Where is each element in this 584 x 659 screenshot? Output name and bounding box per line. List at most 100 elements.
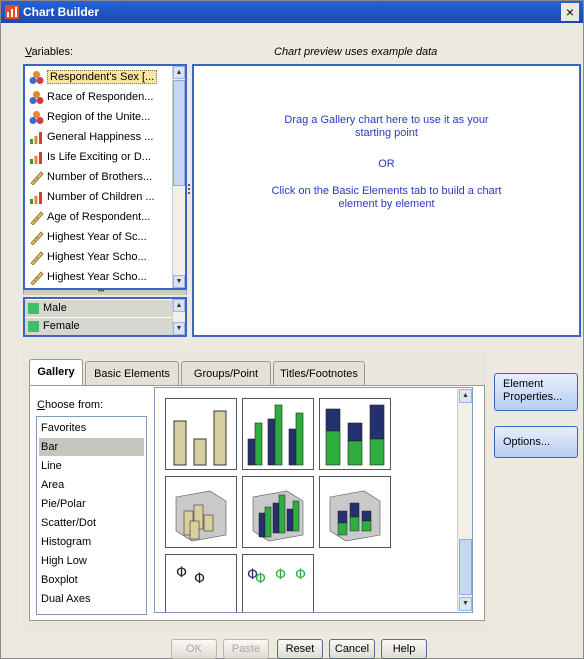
svg-text:Φ: Φ — [255, 571, 266, 587]
scroll-up-arrow-icon[interactable]: ▲ — [173, 299, 185, 312]
chart-type-item[interactable]: Histogram — [39, 533, 144, 551]
simple-error-bar-thumbnail[interactable]: Φ Φ — [165, 554, 237, 612]
scroll-up-arrow-icon[interactable]: ▲ — [459, 389, 472, 403]
variable-item[interactable]: Highest Year of Sc... — [25, 228, 173, 247]
chart-type-item[interactable]: Favorites — [39, 419, 144, 437]
title-bar[interactable]: Chart Builder — [1, 1, 583, 23]
nominal-icon — [29, 90, 44, 105]
options-button[interactable]: Options... — [494, 426, 578, 458]
3d-bar-icon — [175, 490, 227, 542]
variable-item[interactable]: Age of Respondent... — [25, 208, 173, 227]
chart-type-item[interactable]: Bar — [39, 438, 144, 456]
clustered-bar-thumbnail[interactable] — [242, 398, 314, 470]
3d-bar-thumbnail[interactable] — [165, 476, 237, 548]
variable-label: Region of the Unite... — [47, 111, 151, 123]
variable-item[interactable]: Number of Children ... — [25, 188, 173, 207]
variable-label: General Happiness ... — [47, 131, 154, 143]
gallery-thumbnails[interactable]: Φ Φ Φ Φ Φ Φ — [154, 387, 473, 613]
choose-from-label: Choose from: — [37, 399, 104, 411]
chart-type-item[interactable]: Dual Axes — [39, 590, 144, 608]
close-button[interactable]: × — [561, 3, 579, 21]
scroll-down-arrow-icon[interactable]: ▼ — [173, 275, 185, 288]
variable-item[interactable]: General Happiness ... — [25, 128, 173, 147]
clustered-bar-icon — [247, 404, 304, 466]
grip-icon: ••• — [98, 289, 105, 295]
preview-instruction-line3: Click on the Basic Elements tab to build… — [271, 185, 502, 197]
category-color-icon — [28, 303, 39, 314]
variable-item[interactable]: Highest Year Scho... — [25, 268, 173, 287]
variable-item[interactable]: Is Life Exciting or D... — [25, 148, 173, 167]
scroll-down-arrow-icon[interactable]: ▼ — [173, 322, 185, 335]
variables-list[interactable]: Highest Year Scho... Highest Year Scho...… — [23, 64, 187, 290]
variable-item[interactable]: Number of Brothers... — [25, 168, 173, 187]
variable-label: Is Life Exciting or D... — [47, 151, 151, 163]
variable-label: Respondent's Sex [... — [47, 70, 158, 84]
scroll-down-arrow-icon[interactable]: ▼ — [459, 597, 472, 611]
scroll-thumb[interactable] — [173, 80, 185, 186]
chart-type-item[interactable]: Area — [39, 476, 144, 494]
element-properties-button[interactable]: Element Properties... — [494, 373, 578, 411]
chart-type-item[interactable]: Pie/Polar — [39, 495, 144, 513]
preview-instruction-line2: starting point — [355, 127, 418, 139]
chart-type-item[interactable]: Scatter/Dot — [39, 514, 144, 532]
list-splitter[interactable]: ••• — [23, 289, 187, 295]
category-label: Male — [43, 302, 67, 314]
category-item[interactable]: Male — [25, 300, 173, 317]
tab-groups-point-id[interactable]: Groups/Point ID — [181, 361, 271, 404]
ordinal-icon — [29, 150, 44, 165]
chart-type-item[interactable]: High Low — [39, 552, 144, 570]
svg-text:Φ: Φ — [176, 565, 187, 581]
nominal-icon — [29, 110, 44, 125]
variable-label: Highest Year of Sc... — [47, 231, 147, 243]
clustered-error-bar-thumbnail[interactable]: Φ Φ Φ Φ — [242, 554, 314, 612]
variable-item[interactable]: Highest Year Scho... — [25, 248, 173, 267]
scale-icon — [29, 210, 44, 226]
options-label: Options... — [503, 436, 551, 448]
ok-button[interactable]: OK — [171, 639, 217, 659]
stacked-bar-thumbnail[interactable] — [319, 398, 391, 470]
variables-label: Variables: — [25, 46, 74, 58]
variable-label: Number of Brothers... — [47, 171, 153, 183]
help-button[interactable]: Help — [381, 639, 427, 659]
simple-bar-thumbnail[interactable] — [165, 398, 237, 470]
scale-icon — [29, 250, 44, 266]
3d-stacked-bar-icon — [329, 490, 381, 542]
ordinal-icon — [29, 190, 44, 205]
categories-list[interactable]: Male Female ▲ ▼ — [23, 297, 187, 337]
variable-label: Highest Year Scho... — [47, 251, 147, 263]
3d-clustered-bar-thumbnail[interactable] — [242, 476, 314, 548]
paste-button[interactable]: Paste — [223, 639, 269, 659]
tab-basic-elements[interactable]: Basic Elements — [85, 361, 179, 385]
variables-scrollbar[interactable]: ▲ ▼ — [172, 66, 185, 288]
scale-icon — [29, 170, 44, 186]
simple-error-bar-icon: Φ Φ — [176, 565, 205, 587]
tab-gallery[interactable]: Gallery — [29, 359, 83, 385]
tab-titles-footnotes[interactable]: Titles/Footnotes — [273, 361, 365, 385]
preview-or: OR — [378, 158, 395, 170]
chart-builder-app-icon — [5, 5, 19, 19]
chart-type-list[interactable]: Favorites Bar Line Area Pie/Polar Scatter/Dot… — [36, 416, 147, 615]
category-item[interactable]: Female — [25, 318, 173, 335]
3d-clustered-bar-icon — [252, 490, 304, 542]
scroll-up-arrow-icon[interactable]: ▲ — [173, 66, 185, 79]
scroll-thumb[interactable] — [459, 539, 472, 595]
variable-item[interactable]: Region of the Unite... — [25, 108, 173, 127]
category-color-icon — [28, 321, 39, 332]
cancel-button[interactable]: Cancel — [329, 639, 375, 659]
scale-icon — [29, 270, 44, 286]
nominal-icon — [29, 70, 44, 85]
preview-header: Chart preview uses example data — [274, 46, 438, 58]
chart-type-item[interactable]: Line — [39, 457, 144, 475]
3d-stacked-bar-thumbnail[interactable] — [319, 476, 391, 548]
scale-icon — [29, 230, 44, 246]
variable-item[interactable]: Race of Responden... — [25, 88, 173, 107]
categories-scrollbar[interactable]: ▲ ▼ — [172, 299, 185, 335]
variable-label: Age of Respondent... — [47, 211, 151, 223]
gallery-scrollbar[interactable]: ▲ ▼ — [457, 389, 472, 611]
reset-button[interactable]: Reset — [277, 639, 323, 659]
stacked-bar-icon — [325, 404, 385, 466]
chart-type-item[interactable]: Boxplot — [39, 571, 144, 589]
variable-item[interactable]: Respondent's Sex [... — [25, 68, 173, 87]
variable-label: Highest Year Scho... — [47, 271, 147, 283]
chart-preview-canvas[interactable]: Drag a Gallery chart here to use it as y… — [192, 64, 581, 337]
